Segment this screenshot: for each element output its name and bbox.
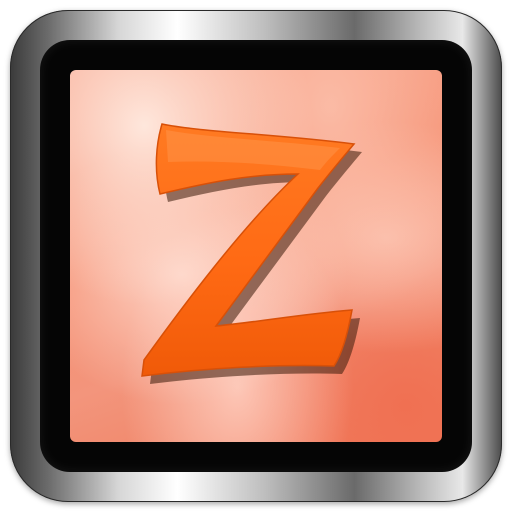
icon-panel (70, 70, 442, 442)
letter-z-icon (141, 123, 362, 384)
app-icon[interactable] (0, 0, 512, 512)
